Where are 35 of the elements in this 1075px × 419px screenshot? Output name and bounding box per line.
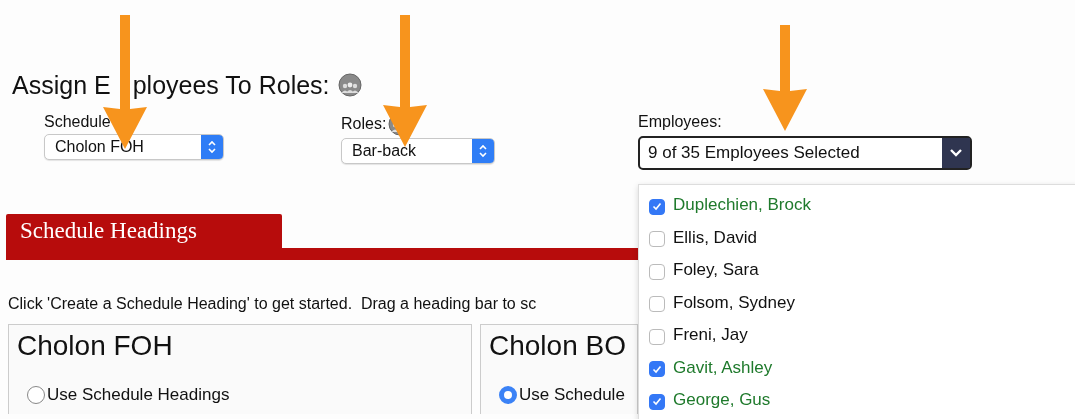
checkbox[interactable] — [649, 393, 665, 410]
employees-label: Employees: — [638, 112, 723, 132]
checkbox[interactable] — [649, 296, 665, 313]
panel-title: Cholon FOH — [17, 329, 174, 363]
radio-label[interactable]: Use Schedule — [519, 385, 625, 405]
employee-name[interactable]: Freni, Jay — [673, 325, 748, 346]
employee-name[interactable]: George, Gus — [673, 390, 771, 411]
stepper-icon — [478, 143, 488, 159]
schedules-label: Schedule — [44, 112, 112, 132]
checkbox[interactable] — [649, 198, 665, 215]
radio-button[interactable] — [27, 386, 45, 404]
employee-name[interactable]: Ellis, David — [673, 227, 758, 248]
panel-title: Cholon BO — [489, 329, 627, 363]
instructions-text: Click 'Create a Schedule Heading' to get started. Drag a heading bar to sc — [8, 294, 537, 314]
page-title: Assign E — [12, 70, 111, 100]
employee-name[interactable]: Foley, Sara — [673, 260, 759, 281]
group-icon — [337, 73, 362, 97]
employee-name[interactable]: Duplechien, Brock — [673, 195, 811, 216]
checkbox[interactable] — [649, 231, 665, 248]
role-select[interactable]: Bar-back — [341, 138, 495, 164]
radio-button[interactable] — [499, 386, 517, 404]
page-title: ployees To Roles: — [132, 70, 330, 100]
radio-label[interactable]: Use Schedule Headings — [47, 385, 230, 405]
roles-label: Roles: — [341, 114, 387, 134]
employee-name[interactable]: Folsom, Sydney — [673, 292, 795, 313]
check-icon — [652, 202, 662, 212]
check-icon — [652, 364, 662, 374]
checkbox[interactable] — [649, 328, 665, 345]
employees-select[interactable]: 9 of 35 Employees Selected — [638, 136, 972, 170]
chevron-down-icon — [949, 148, 963, 158]
employee-name[interactable]: Gavit, Ashley — [673, 357, 773, 378]
check-icon — [652, 397, 662, 407]
checkbox[interactable] — [649, 263, 665, 280]
checkbox[interactable] — [649, 361, 665, 378]
stepper-icon — [207, 139, 217, 155]
